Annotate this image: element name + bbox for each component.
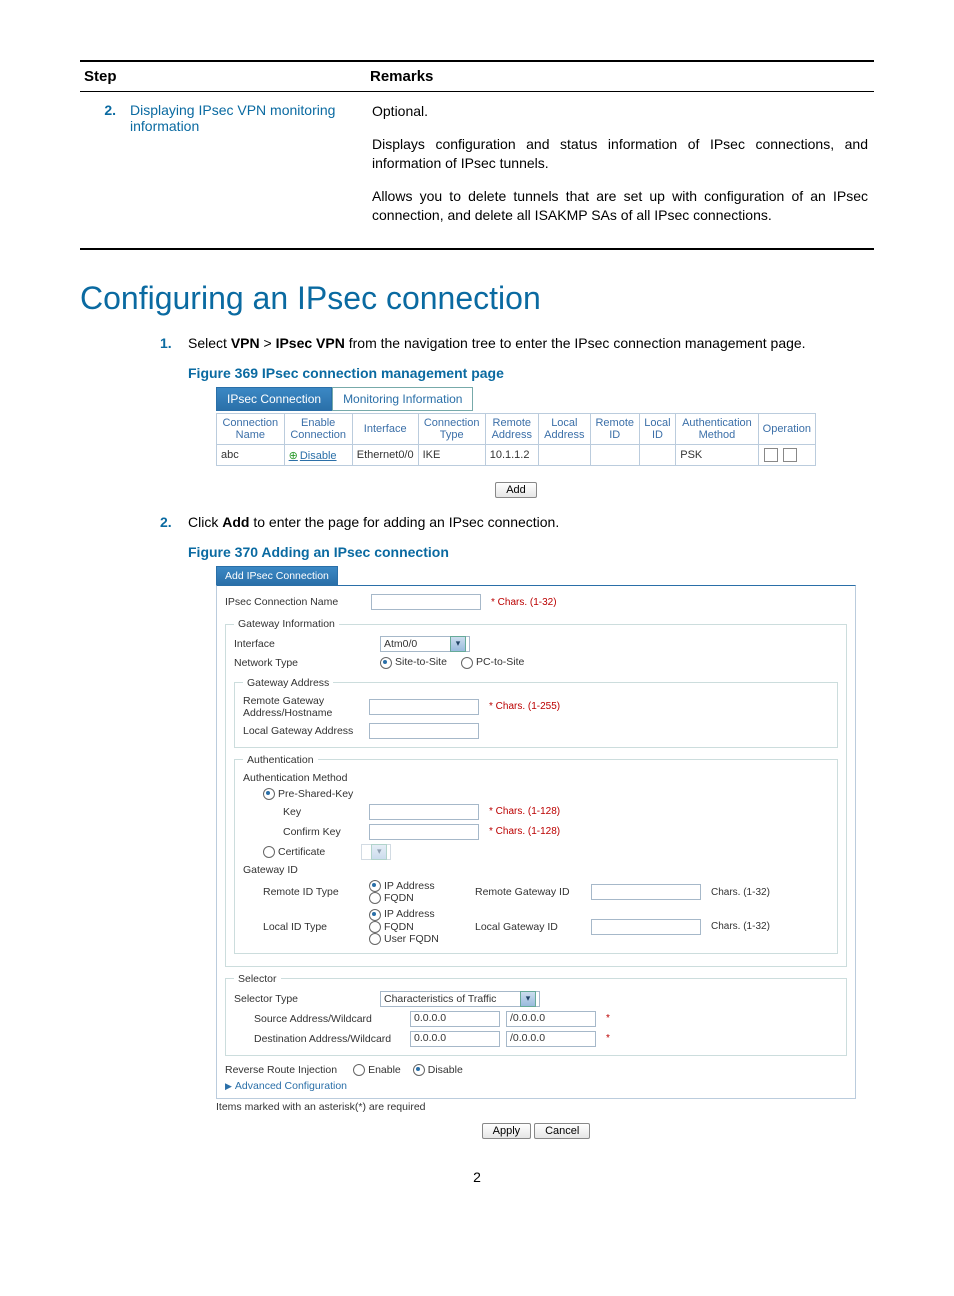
ipsec-name-input[interactable] xyxy=(371,594,481,610)
toggle-enable[interactable]: Disable xyxy=(289,450,337,462)
figure-369: IPsec Connection Monitoring Information … xyxy=(216,387,816,498)
col-remarks: Remarks xyxy=(366,61,874,92)
col-step: Step xyxy=(80,61,366,92)
chevron-down-icon: ▾ xyxy=(450,636,466,652)
ipsec-connection-table: Connection Name Enable Connection Interf… xyxy=(216,413,816,466)
dst-addr-input[interactable]: 0.0.0.0 xyxy=(410,1031,500,1047)
instruction-text: Click Add to enter the page for adding a… xyxy=(188,514,559,530)
confirm-key-input[interactable] xyxy=(369,824,479,840)
rri-disable-radio[interactable]: Disable xyxy=(413,1064,463,1076)
src-addr-input[interactable]: 0.0.0.0 xyxy=(410,1011,500,1027)
src-wild-input[interactable]: /0.0.0.0 xyxy=(506,1011,596,1027)
cert-select[interactable]: ▾ xyxy=(361,844,391,860)
instruction-number: 2. xyxy=(160,514,172,530)
lid-ip-radio[interactable]: IP Address xyxy=(369,908,469,920)
advanced-config-link[interactable]: Advanced Configuration xyxy=(225,1080,347,1092)
rid-fqdn-radio[interactable]: FQDN xyxy=(369,892,469,904)
required-footnote: Items marked with an asterisk(*) are req… xyxy=(216,1101,856,1113)
lid-userfqdn-radio[interactable]: User FQDN xyxy=(369,933,469,945)
section-heading: Configuring an IPsec connection xyxy=(80,280,874,317)
local-gw-input[interactable] xyxy=(369,723,479,739)
selector-group: Selector Selector Type Characteristics o… xyxy=(225,973,847,1056)
remark-line: Allows you to delete tunnels that are se… xyxy=(372,187,868,225)
chevron-down-icon: ▾ xyxy=(520,991,536,1007)
remark-line: Optional. xyxy=(372,102,868,121)
auth-psk-radio[interactable]: Pre-Shared-Key xyxy=(263,788,353,800)
add-button[interactable]: Add xyxy=(495,482,537,498)
selector-type-select[interactable]: Characteristics of Traffic▾ xyxy=(380,991,540,1007)
rid-ip-radio[interactable]: IP Address xyxy=(369,880,469,892)
local-gw-id-input[interactable] xyxy=(591,919,701,935)
gateway-address-group: Gateway Address Remote Gateway Address/H… xyxy=(234,677,838,748)
interface-select[interactable]: Atm0/0▾ xyxy=(380,636,470,652)
dst-wild-input[interactable]: /0.0.0.0 xyxy=(506,1031,596,1047)
step-remarks-table: Step Remarks 2. Displaying IPsec VPN mon… xyxy=(80,60,874,250)
table-row: abc Disable Ethernet0/0 IKE 10.1.1.2 PSK xyxy=(217,445,816,466)
tab-add-ipsec[interactable]: Add IPsec Connection xyxy=(216,566,338,585)
instruction-number: 1. xyxy=(160,335,172,351)
auth-cert-radio[interactable]: Certificate xyxy=(263,846,325,858)
network-type-pc[interactable]: PC-to-Site xyxy=(461,656,524,668)
delete-icon[interactable] xyxy=(783,448,797,462)
remote-gw-input[interactable] xyxy=(369,699,479,715)
figure-caption: Figure 369 IPsec connection management p… xyxy=(188,365,874,381)
ipsec-name-label: IPsec Connection Name xyxy=(225,596,365,608)
remark-line: Displays configuration and status inform… xyxy=(372,135,868,173)
tab-monitoring-info[interactable]: Monitoring Information xyxy=(332,387,473,411)
step-link[interactable]: Displaying IPsec VPN monitoring informat… xyxy=(130,102,335,134)
cancel-button[interactable]: Cancel xyxy=(534,1123,590,1139)
step-number: 2. xyxy=(80,92,124,250)
key-input[interactable] xyxy=(369,804,479,820)
figure-370: Add IPsec Connection IPsec Connection Na… xyxy=(216,566,856,1139)
lid-fqdn-radio[interactable]: FQDN xyxy=(369,921,469,933)
instruction-text: Select VPN > IPsec VPN from the navigati… xyxy=(188,335,806,351)
network-type-site[interactable]: Site-to-Site xyxy=(380,656,447,668)
apply-button[interactable]: Apply xyxy=(482,1123,532,1139)
figure-caption: Figure 370 Adding an IPsec connection xyxy=(188,544,874,560)
edit-icon[interactable] xyxy=(764,448,778,462)
chevron-down-icon: ▾ xyxy=(371,844,387,860)
rri-enable-radio[interactable]: Enable xyxy=(353,1064,401,1076)
tab-ipsec-connection[interactable]: IPsec Connection xyxy=(216,387,332,411)
authentication-group: Authentication Authentication Method Pre… xyxy=(234,754,838,954)
remote-gw-id-input[interactable] xyxy=(591,884,701,900)
page-number: 2 xyxy=(80,1169,874,1185)
gateway-info-group: Gateway Information Interface Atm0/0▾ Ne… xyxy=(225,618,847,967)
